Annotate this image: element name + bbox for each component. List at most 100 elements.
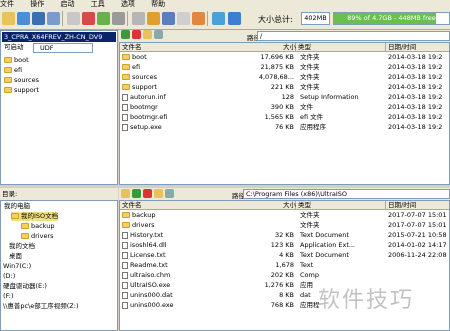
file-date: 2014-03-18 19:2: [388, 63, 443, 71]
tree-item-label: support: [14, 86, 39, 94]
new-folder-icon[interactable]: [97, 12, 110, 25]
properties-icon[interactable]: [112, 12, 125, 25]
capacity-text: 89% of 4.7GB - 448MB free: [347, 14, 436, 22]
burn-icon[interactable]: [177, 12, 190, 25]
file-name: ultraiso.chm: [130, 271, 171, 279]
tree-item-drive-f[interactable]: (F:): [3, 292, 14, 301]
refresh-icon[interactable]: [154, 30, 163, 39]
file-row[interactable]: isoshl64.dll 123 KB Application Ext... 2014…: [120, 241, 449, 251]
new-folder-icon[interactable]: [143, 30, 152, 39]
file-row[interactable]: bootmgr.efi 1,565 KB efi 文件 2014-03-18 19:2: [120, 113, 449, 123]
compress-icon[interactable]: [147, 12, 160, 25]
local-path-field[interactable]: C:\Program Files (x86)\UltraISO: [243, 189, 450, 199]
folder-icon: [21, 223, 29, 229]
file-name: boot: [132, 53, 147, 61]
menu-bootable[interactable]: 启动: [60, 0, 74, 8]
file-row[interactable]: ultraiso.chm 202 KB Comp: [120, 271, 449, 281]
column-size[interactable]: 大小: [270, 43, 296, 52]
tree-item[interactable]: efi: [4, 66, 22, 75]
file-size: 202 KB: [270, 271, 294, 279]
menu-file[interactable]: 文件: [0, 0, 14, 8]
tree-item[interactable]: boot: [4, 56, 29, 65]
tree-item-label: 硬盘驱动器(E:): [3, 282, 47, 290]
file-date: 2014-03-18 19:2: [388, 73, 443, 81]
tree-item-my-documents[interactable]: 我的文档: [9, 242, 35, 251]
size-total-value[interactable]: 402MB: [301, 12, 330, 25]
tree-item-my-computer[interactable]: 我的电脑: [4, 202, 30, 211]
tree-item[interactable]: support: [4, 86, 39, 95]
tree-item-drive-e[interactable]: 硬盘驱动器(E:): [3, 282, 47, 291]
file-row[interactable]: Readme.txt 1,678 Text: [120, 261, 449, 271]
file-date: 2014-03-18 19:2: [388, 103, 443, 111]
file-row[interactable]: setup.exe 76 KB 应用程序 2014-03-18 19:2: [120, 123, 449, 133]
file-row[interactable]: boot 17,696 KB 文件夹 2014-03-18 19:2: [120, 53, 449, 63]
file-row[interactable]: bootmgr 390 KB 文件 2014-03-18 19:2: [120, 103, 449, 113]
column-date[interactable]: 日期/时间: [386, 201, 449, 210]
tree-item-drive-c[interactable]: Win7(C:): [3, 262, 31, 271]
file-row[interactable]: drivers 文件夹 2017-07-07 15:01: [120, 221, 449, 231]
tree-item-label: 我的电脑: [4, 202, 30, 210]
delete-icon[interactable]: [143, 189, 152, 198]
extract-icon[interactable]: [67, 12, 80, 25]
up-icon[interactable]: [132, 189, 141, 198]
new-folder-icon[interactable]: [154, 189, 163, 198]
save-icon[interactable]: [32, 12, 45, 25]
column-type[interactable]: 类型: [296, 43, 386, 52]
up-icon[interactable]: [121, 30, 130, 39]
name-cell: unins000.exe: [122, 301, 232, 311]
mount-icon[interactable]: [162, 12, 175, 25]
file-row[interactable]: efi 21,875 KB 文件夹 2014-03-18 19:2: [120, 63, 449, 73]
info-icon[interactable]: [212, 12, 225, 25]
convert-icon[interactable]: [192, 12, 205, 25]
column-size[interactable]: 大小: [270, 201, 296, 210]
file-name: History.txt: [130, 231, 164, 239]
tree-item-desktop[interactable]: 桌面: [9, 252, 22, 261]
cd-image-icon[interactable]: [132, 12, 145, 25]
file-row[interactable]: sources 4,078,68... 文件夹 2014-03-18 19:2: [120, 73, 449, 83]
file-row[interactable]: autorun.inf 128 Setup Information 2014-03-1…: [120, 93, 449, 103]
tree-item-label: (D:): [3, 272, 16, 280]
tree-item-label: 桌面: [9, 252, 22, 260]
tree-item-network-drive[interactable]: \\惠普pc\e部工序视频(Z:): [3, 302, 78, 311]
file-name: support: [132, 83, 157, 91]
refresh-icon[interactable]: [165, 189, 174, 198]
file-size: 4,078,68...: [258, 73, 294, 81]
tree-item-my-iso[interactable]: 我的ISO文档: [11, 212, 59, 221]
file-name: backup: [132, 211, 156, 219]
file-type: Setup Information: [300, 93, 359, 101]
boot-type-select[interactable]: UDF: [33, 43, 93, 53]
file-size: 221 KB: [270, 83, 294, 91]
tree-item-label: Win7(C:): [3, 262, 32, 270]
menu-help[interactable]: 帮助: [151, 0, 165, 8]
name-cell: setup.exe: [122, 123, 232, 133]
toolbar: 大小总计: 402MB 89% of 4.7GB - 448MB free: [0, 8, 450, 30]
iso-path-field[interactable]: /: [257, 31, 450, 41]
file-type: 文件夹: [300, 53, 320, 61]
tree-item-drivers[interactable]: drivers: [21, 232, 54, 241]
tree-item-backup[interactable]: backup: [21, 222, 55, 231]
delete-icon[interactable]: [132, 30, 141, 39]
menu-tools[interactable]: 工具: [91, 0, 105, 8]
tree-item-drive-d[interactable]: (D:): [3, 272, 15, 281]
file-row[interactable]: support 221 KB 文件夹 2014-03-18 19:2: [120, 83, 449, 93]
open-folder-icon[interactable]: [2, 12, 15, 25]
help-icon[interactable]: [228, 12, 241, 25]
menu-options[interactable]: 选项: [121, 0, 135, 8]
add-icon[interactable]: [17, 12, 30, 25]
file-row[interactable]: History.txt 32 KB Text Document 2015-07-21 …: [120, 231, 449, 241]
file-row[interactable]: backup 文件夹 2017-07-07 15:01: [120, 211, 449, 221]
tree-item[interactable]: sources: [4, 76, 39, 85]
iso-volume-name[interactable]: 3_CPRA_X64FREV_ZH-CN_DV9: [2, 32, 116, 42]
name-cell: unins000.dat: [122, 291, 232, 301]
add-icon[interactable]: [121, 189, 130, 198]
save-as-icon[interactable]: [47, 12, 60, 25]
size-total-label: 大小总计:: [258, 15, 293, 24]
folder-icon: [4, 67, 12, 73]
column-date[interactable]: 日期/时间: [386, 43, 449, 52]
name-cell: isoshl64.dll: [122, 241, 232, 251]
menu-actions[interactable]: 操作: [30, 0, 44, 8]
column-type[interactable]: 类型: [296, 201, 386, 210]
file-row[interactable]: License.txt 4 KB Text Document 2006-11-24 2…: [120, 251, 449, 261]
file-type: 文件夹: [300, 63, 320, 71]
delete-icon[interactable]: [82, 12, 95, 25]
